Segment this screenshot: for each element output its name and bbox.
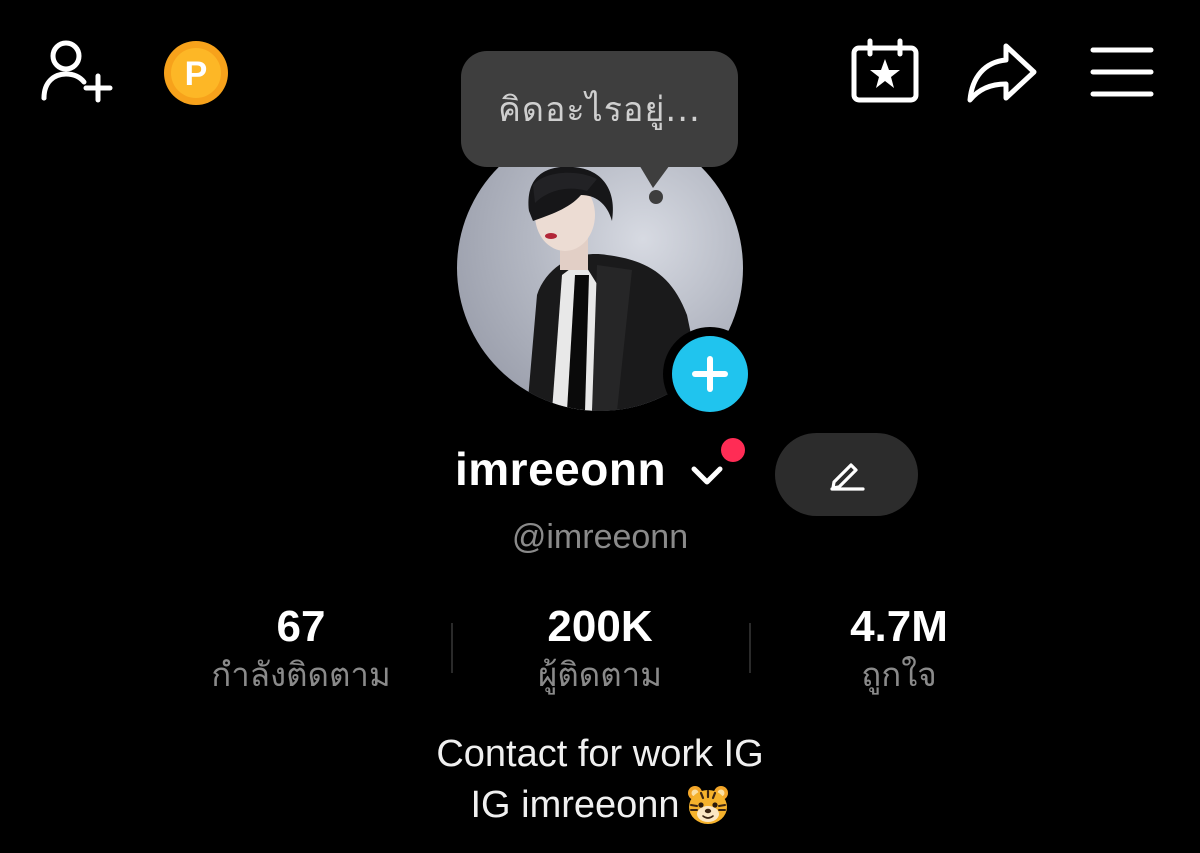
calendar-star-icon[interactable]: [850, 38, 920, 104]
stat-divider: [749, 623, 751, 673]
coin-p-icon[interactable]: P: [161, 40, 233, 106]
likes-label: ถูกใจ: [861, 655, 937, 694]
user-handle: @imreeonn: [0, 518, 1200, 557]
username[interactable]: imreeonn: [455, 442, 666, 496]
following-count: 67: [276, 602, 326, 651]
share-arrow-icon[interactable]: [966, 42, 1038, 104]
followers-label: ผู้ติดตาม: [538, 655, 662, 694]
bubble-dot: [649, 190, 663, 204]
add-story-button[interactable]: [663, 327, 757, 421]
bio-line-2: IG imreeonn: [470, 783, 680, 826]
stat-following[interactable]: 67 กำลังติดตาม: [190, 600, 412, 696]
bio-line-1: Contact for work IG: [436, 733, 764, 775]
likes-count: 4.7M: [850, 602, 948, 651]
stat-divider: [451, 623, 453, 673]
bubble-tail: [635, 158, 675, 188]
thought-placeholder: คิดอะไรอยู่...: [498, 90, 701, 130]
followers-count: 200K: [547, 602, 653, 651]
edit-profile-button[interactable]: [775, 433, 918, 516]
plus-icon: [672, 336, 748, 412]
following-label: กำลังติดตาม: [211, 655, 391, 694]
stat-followers[interactable]: 200K ผู้ติดตาม: [500, 600, 700, 696]
notification-dot: [721, 438, 745, 462]
stat-likes[interactable]: 4.7M ถูกใจ: [790, 600, 1008, 696]
bio-line-2-row: IG imreeonn: [0, 783, 1200, 827]
menu-icon[interactable]: [1090, 44, 1154, 100]
add-user-icon[interactable]: [40, 38, 114, 104]
thought-bubble[interactable]: คิดอะไรอยู่...: [461, 51, 738, 167]
chevron-down-icon[interactable]: [690, 464, 724, 488]
pencil-icon: [829, 462, 865, 491]
tiger-emoji-icon: [687, 786, 728, 824]
handle-text: @imreeonn: [511, 518, 689, 556]
coin-letter: P: [185, 55, 208, 93]
